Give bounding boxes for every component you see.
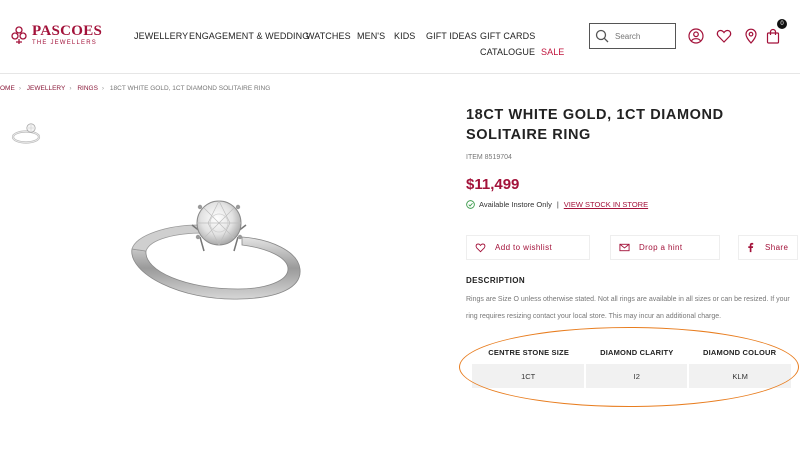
hint-label: Drop a hint [639, 243, 683, 252]
drop-a-hint-button[interactable]: Drop a hint [610, 235, 720, 260]
nav-gift-ideas[interactable]: GIFT IDEAS [426, 31, 477, 41]
search-box[interactable] [589, 23, 676, 49]
spec-value-diamond-clarity: I2 [584, 364, 689, 388]
breadcrumb-current: 18CT WHITE GOLD, 1CT DIAMOND SOLITAIRE R… [109, 85, 271, 92]
product-main-image[interactable] [120, 195, 310, 330]
breadcrumb-rings[interactable]: RINGS [77, 85, 98, 92]
heart-icon[interactable] [716, 28, 732, 44]
item-number: ITEM 8519704 [466, 154, 512, 161]
breadcrumb-jewellery[interactable]: JEWELLERY [27, 85, 66, 92]
brand-logo[interactable]: PASCOES THE JEWELLERS [10, 24, 102, 46]
spec-header-diamond-colour: DIAMOND COLOUR [688, 340, 791, 364]
spec-value-centre-stone-size: 1CT [472, 364, 586, 388]
breadcrumb-home[interactable]: OME [0, 85, 15, 92]
nav-engagement-wedding[interactable]: ENGAGEMENT & WEDDING [189, 31, 309, 41]
envelope-icon [619, 243, 630, 252]
crest-icon [11, 26, 27, 44]
user-icon[interactable] [688, 28, 704, 44]
spec-header-diamond-clarity: DIAMOND CLARITY [585, 340, 689, 364]
availability-text: Available Instore Only [479, 200, 552, 209]
location-icon[interactable] [743, 28, 759, 44]
product-price: $11,499 [466, 176, 520, 193]
nav-gift-cards[interactable]: GIFT CARDS [480, 31, 535, 41]
spec-value-diamond-colour: KLM [687, 364, 791, 388]
description-text: Rings are Size O unless otherwise stated… [466, 296, 790, 320]
breadcrumb-separator: › [69, 85, 72, 92]
availability-separator: | [556, 200, 559, 209]
share-button[interactable]: Share [738, 235, 798, 260]
share-label: Share [765, 243, 789, 252]
nav-mens[interactable]: MEN'S [357, 31, 385, 41]
product-page: PASCOES THE JEWELLERS JEWELLERY ENGAGEME… [0, 0, 800, 452]
wishlist-label: Add to wishlist [495, 243, 553, 252]
check-circle-icon [466, 200, 475, 209]
breadcrumb: OME › JEWELLERY › RINGS › 18CT WHITE GOLD, … [0, 85, 274, 92]
product-thumbnail[interactable] [8, 117, 44, 149]
breadcrumb-separator: › [18, 85, 21, 92]
site-header: PASCOES THE JEWELLERS JEWELLERY ENGAGEME… [0, 0, 800, 74]
nav-jewellery[interactable]: JEWELLERY [134, 31, 188, 41]
spec-header-centre-stone-size: CENTRE STONE SIZE [472, 340, 586, 364]
breadcrumb-separator: › [101, 85, 105, 92]
bag-icon[interactable] [765, 28, 781, 44]
spec-table: CENTRE STONE SIZE DIAMOND CLARITY DIAMON… [472, 340, 791, 388]
heart-icon [475, 243, 486, 253]
availability: Available Instore Only | VIEW STOCK IN S… [466, 200, 648, 209]
nav-catalogue[interactable]: CATALOGUE [480, 47, 535, 57]
spec-header-row: CENTRE STONE SIZE DIAMOND CLARITY DIAMON… [472, 340, 791, 364]
add-to-wishlist-button[interactable]: Add to wishlist [466, 235, 590, 260]
spec-value-row: 1CT I2 KLM [472, 364, 791, 388]
nav-sale[interactable]: SALE [541, 47, 564, 57]
view-stock-link[interactable]: VIEW STOCK IN STORE [564, 200, 648, 209]
nav-kids[interactable]: KIDS [394, 31, 415, 41]
brand-name: PASCOES [32, 23, 103, 39]
nav-watches[interactable]: WATCHES [306, 31, 351, 41]
search-icon [595, 29, 609, 43]
product-title: 18CT WHITE GOLD, 1CT DIAMOND SOLITAIRE R… [466, 107, 724, 143]
description-heading: DESCRIPTION [466, 276, 526, 285]
facebook-icon [748, 242, 754, 253]
search-input[interactable] [615, 31, 671, 41]
brand-tagline: THE JEWELLERS [32, 40, 97, 46]
cart-count-badge: 0 [777, 19, 787, 29]
